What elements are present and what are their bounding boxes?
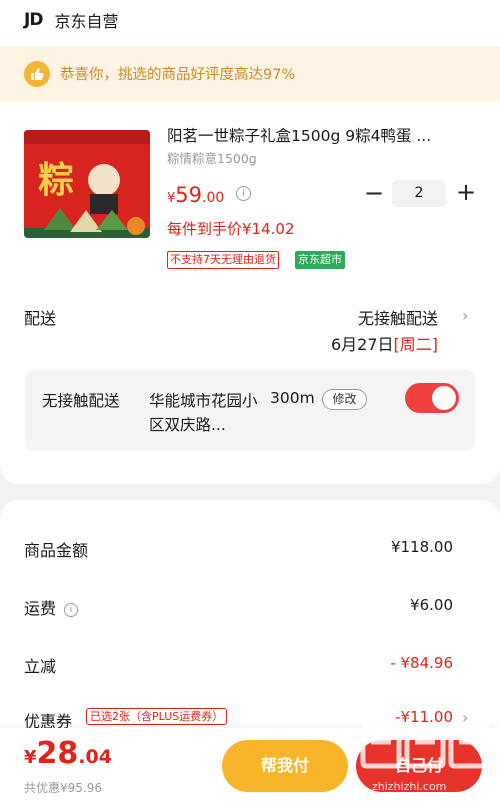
total-saved: 共优惠¥95.96 <box>24 781 102 795</box>
contactless-toggle[interactable] <box>405 383 459 413</box>
shipping-info-icon[interactable]: i <box>64 602 79 617</box>
product-image[interactable]: 粽 <box>24 130 150 238</box>
chevron-right-icon[interactable]: › <box>462 306 468 325</box>
notice-text: 恭喜你，挑选的商品好评度高达97% <box>60 67 296 83</box>
header: JD 京东自营 <box>0 0 500 40</box>
total-symbol: ¥ <box>24 747 37 768</box>
quantity-input[interactable]: 2 <box>392 180 446 207</box>
total-integer: 28 <box>36 736 79 771</box>
toggle-knob <box>432 386 456 410</box>
contactless-label: 无接触配送 <box>42 392 120 410</box>
decrease-quantity-button[interactable]: − <box>364 181 384 205</box>
jd-logo: JD <box>24 10 43 30</box>
delivery-method[interactable]: 无接触配送 <box>358 305 438 329</box>
no-return-tag: 不支持7天无理由退货 <box>167 251 279 269</box>
increase-quantity-button[interactable]: + <box>456 180 476 204</box>
goods-amount-label: 商品金额 <box>24 541 89 560</box>
delivery-date-text: 6月27日 <box>330 335 394 354</box>
price-symbol: ¥ <box>167 191 176 206</box>
supermarket-tag: 京东超市 <box>295 251 345 269</box>
price-decimal: .00 <box>202 190 225 206</box>
contactless-address: 华能城市花园小区双庆路... <box>149 392 258 434</box>
discount-label: 立减 <box>24 657 57 676</box>
goods-amount-value: ¥118.00 <box>390 538 453 556</box>
price-info-icon[interactable]: i <box>236 186 251 201</box>
delivery-date[interactable]: 6月27日[周二] <box>331 331 438 355</box>
svg-text:粽: 粽 <box>38 159 74 201</box>
edit-address-button[interactable]: 修改 <box>322 389 367 410</box>
product-price: ¥ 59 .00 <box>167 183 224 207</box>
shipping-value: ¥6.00 <box>410 596 453 614</box>
product-spec: 粽情粽意1500g <box>167 151 257 166</box>
product-title[interactable]: 阳茗一世粽子礼盒1500g 9粽4鸭蛋 ... <box>167 124 477 146</box>
coupon-tag[interactable]: 已选2张（含PLUS运费券） <box>86 708 228 725</box>
thumbs-up-icon <box>24 60 50 87</box>
delivery-weekday: [周二] <box>393 335 439 354</box>
order-card: 恭喜你，挑选的商品好评度高达97% 粽 阳茗一世粽子礼盒1500g 9粽4鸭蛋 … <box>0 40 500 484</box>
watermark-text: zhizhizhi.com <box>372 780 447 793</box>
unit-price: 每件到手价¥14.02 <box>167 220 295 238</box>
contactless-distance: 300m <box>270 389 315 407</box>
total-price: ¥ 28 .04 <box>24 736 112 771</box>
help-me-pay-button[interactable]: 帮我付 <box>222 740 348 792</box>
discount-value: - ¥84.96 <box>390 654 453 672</box>
total-decimal: .04 <box>78 746 112 768</box>
praise-notice: 恭喜你，挑选的商品好评度高达97% <box>0 46 500 101</box>
shipping-label: 运费 i <box>24 595 79 619</box>
shop-name[interactable]: 京东自营 <box>54 8 118 32</box>
contactless-delivery-panel: 无接触配送 华能城市花园小区双庆路... 300m 修改 <box>25 370 475 451</box>
delivery-label: 配送 <box>24 309 57 328</box>
price-integer: 59 <box>175 183 203 207</box>
shipping-label-text: 运费 <box>24 599 57 618</box>
